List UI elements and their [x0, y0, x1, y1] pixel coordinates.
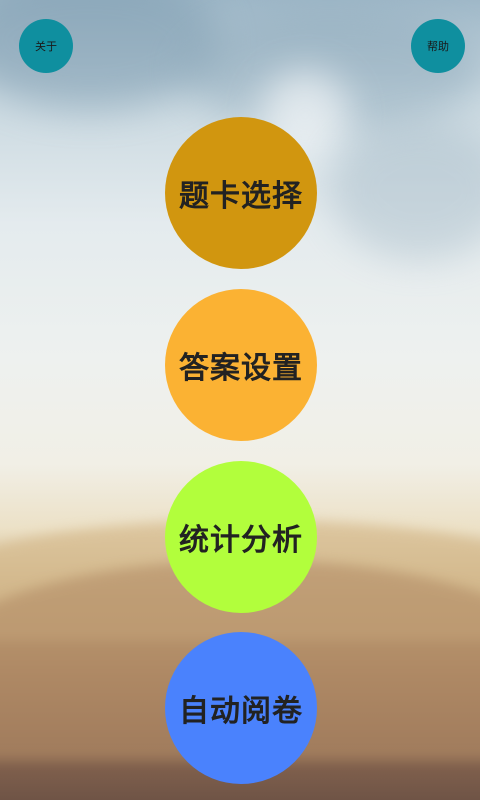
app-screen: 关于 帮助 题卡选择 答案设置 统计分析 自动阅卷 — [0, 0, 480, 800]
card-select-button[interactable]: 题卡选择 — [165, 117, 317, 269]
about-button[interactable]: 关于 — [19, 19, 73, 73]
answer-settings-button[interactable]: 答案设置 — [165, 289, 317, 441]
help-button[interactable]: 帮助 — [411, 19, 465, 73]
help-button-label: 帮助 — [427, 40, 449, 53]
about-button-label: 关于 — [35, 40, 57, 53]
answer-settings-label: 答案设置 — [179, 351, 303, 386]
background-cloud — [330, 120, 480, 260]
auto-grading-button[interactable]: 自动阅卷 — [165, 632, 317, 784]
card-select-label: 题卡选择 — [179, 179, 303, 214]
auto-grading-label: 自动阅卷 — [179, 694, 303, 729]
statistics-label: 统计分析 — [179, 523, 303, 558]
statistics-button[interactable]: 统计分析 — [165, 461, 317, 613]
